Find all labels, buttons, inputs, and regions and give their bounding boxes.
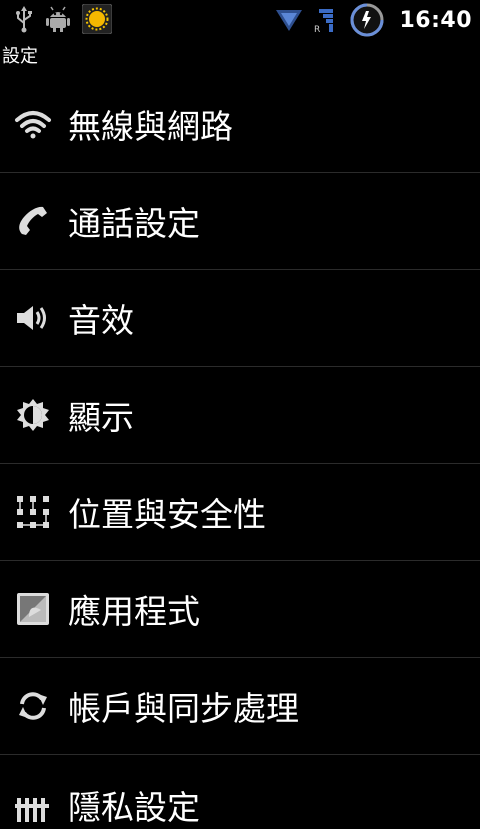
- settings-list: 無線與網路 通話設定 音效 顯示 位置與安全性 應用程式 帳戶與同步處理 隱私設…: [0, 76, 480, 827]
- weather-sun-icon: [82, 4, 112, 34]
- location-security-grid-icon: [14, 493, 52, 531]
- page-title: 設定: [2, 46, 38, 67]
- wifi-signal-icon: [275, 7, 303, 33]
- roaming-signal-icon: R: [313, 5, 339, 35]
- battery-charging-icon: [349, 2, 385, 38]
- settings-item-display[interactable]: 顯示: [0, 367, 480, 464]
- settings-item-label: 帳戶與同步處理: [68, 689, 299, 728]
- clock: 16:40: [399, 7, 472, 33]
- settings-item-sound[interactable]: 音效: [0, 270, 480, 367]
- settings-item-label: 位置與安全性: [68, 495, 266, 534]
- notification-icons: [14, 4, 112, 34]
- settings-item-location-security[interactable]: 位置與安全性: [0, 464, 480, 561]
- usb-icon: [14, 5, 34, 33]
- settings-item-label: 通話設定: [68, 204, 200, 243]
- roaming-letter: R: [314, 25, 320, 35]
- phone-icon: [14, 202, 52, 240]
- settings-item-label: 無線與網路: [68, 107, 233, 146]
- brightness-icon: [14, 396, 52, 434]
- android-debug-icon: [46, 6, 70, 32]
- settings-item-call[interactable]: 通話設定: [0, 173, 480, 270]
- settings-item-label: 音效: [68, 301, 134, 340]
- status-bar: R 16:40: [0, 0, 480, 38]
- settings-item-applications[interactable]: 應用程式: [0, 561, 480, 658]
- settings-item-label: 顯示: [68, 398, 134, 437]
- privacy-icon: [14, 791, 52, 829]
- settings-item-label: 應用程式: [68, 592, 200, 631]
- system-icons: R 16:40: [275, 2, 472, 38]
- speaker-icon: [14, 299, 52, 337]
- settings-item-privacy[interactable]: 隱私設定: [0, 755, 480, 827]
- settings-item-wireless[interactable]: 無線與網路: [0, 76, 480, 173]
- sync-icon: [14, 687, 52, 725]
- android-apps-icon: [14, 590, 52, 628]
- wifi-icon: [14, 105, 52, 143]
- settings-item-label: 隱私設定: [68, 788, 200, 827]
- settings-item-accounts-sync[interactable]: 帳戶與同步處理: [0, 658, 480, 755]
